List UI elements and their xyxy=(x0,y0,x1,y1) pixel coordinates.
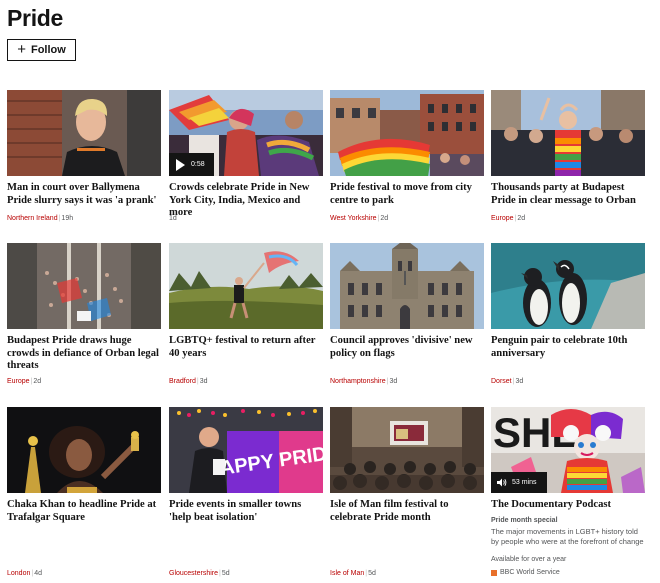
page-title: Pride xyxy=(7,5,64,31)
story-card[interactable]: HAPPY PRIDE! Pride events in smaller tow… xyxy=(169,407,323,577)
story-topic-link[interactable]: Isle of Man xyxy=(330,570,364,577)
story-time: 2d xyxy=(517,215,526,222)
story-meta: Europe|2d xyxy=(7,378,41,385)
podcast-episode-title: Pride month special xyxy=(491,516,558,524)
story-image xyxy=(330,407,484,493)
story-image xyxy=(330,243,484,329)
story-meta: West Yorkshire|2d xyxy=(330,215,388,222)
story-card[interactable]: LGBTQ+ festival to return after 40 years… xyxy=(169,243,323,385)
story-topic-link[interactable]: Northamptonshire xyxy=(330,378,386,385)
podcast-network-name: BBC World Service xyxy=(500,569,560,576)
story-card[interactable]: Man in court over Ballymena Pride slurry… xyxy=(7,90,161,222)
story-image xyxy=(7,407,161,493)
story-topic-link[interactable]: Bradford xyxy=(169,378,196,385)
video-duration-badge: 0:58 xyxy=(169,153,214,176)
story-card[interactable]: Budapest Pride draws huge crowds in defi… xyxy=(7,243,161,385)
story-headline: Pride events in smaller towns 'help beat… xyxy=(169,499,302,523)
story-topic-link[interactable]: Europe xyxy=(491,215,514,222)
audio-duration-badge: 53 mins xyxy=(491,472,547,493)
story-card[interactable]: Penguin pair to celebrate 10th anniversa… xyxy=(491,243,645,385)
story-headline: Chaka Khan to headline Pride at Trafalga… xyxy=(7,499,157,523)
story-meta: Isle of Man|5d xyxy=(330,570,376,577)
story-headline: Crowds celebrate Pride in New York City,… xyxy=(169,182,310,218)
story-time: 4d xyxy=(34,570,42,577)
podcast-image: SHE 53 mins xyxy=(491,407,645,493)
story-card[interactable]: 0:58 Crowds celebrate Pride in New York … xyxy=(169,90,323,222)
story-image xyxy=(7,243,161,329)
story-image xyxy=(330,90,484,176)
story-meta: Bradford|3d xyxy=(169,378,207,385)
story-topic-link[interactable]: Europe xyxy=(7,378,30,385)
bbc-world-service-logo xyxy=(491,569,497,576)
story-time: 5d xyxy=(221,570,230,577)
podcast-card[interactable]: SHE 53 mins The Documentary Podcast Prid… xyxy=(491,407,645,576)
story-image xyxy=(7,90,161,176)
podcast-availability: Available for over a year xyxy=(491,556,567,563)
meta-separator: | xyxy=(219,570,221,577)
audio-duration: 53 mins xyxy=(512,479,537,486)
story-time: 5d xyxy=(368,570,376,577)
story-headline: Thousands party at Budapest Pride in cle… xyxy=(491,182,636,206)
story-headline: LGBTQ+ festival to return after 40 years xyxy=(169,335,316,359)
story-time: 2d xyxy=(33,378,42,385)
story-image xyxy=(491,90,645,176)
story-image xyxy=(169,243,323,329)
story-headline: Penguin pair to celebrate 10th anniversa… xyxy=(491,335,628,359)
story-headline: Isle of Man film festival to celebrate P… xyxy=(330,499,449,523)
story-time: 2d xyxy=(380,215,389,222)
story-topic-link[interactable]: Dorset xyxy=(491,378,512,385)
story-card[interactable]: Pride festival to move from city centre … xyxy=(330,90,484,222)
story-image xyxy=(491,243,645,329)
story-time: 19h xyxy=(61,215,74,222)
story-time: 3d xyxy=(515,378,524,385)
plus-icon: + xyxy=(17,41,26,58)
story-image: 0:58 xyxy=(169,90,323,176)
story-headline: Budapest Pride draws huge crowds in defi… xyxy=(7,335,159,371)
story-time: 3d xyxy=(199,378,208,385)
follow-button[interactable]: + Follow xyxy=(7,39,76,61)
podcast-description: The major movements in LGBT+ history tol… xyxy=(491,526,644,546)
podcast-title: The Documentary Podcast xyxy=(491,499,612,510)
story-topic-link[interactable]: Northern Ireland xyxy=(7,215,58,222)
story-meta: Europe|2d xyxy=(491,215,525,222)
podcast-network: BBC World Service xyxy=(491,569,560,576)
meta-separator: | xyxy=(31,570,34,577)
meta-separator: | xyxy=(196,378,199,385)
story-meta: Dorset|3d xyxy=(491,378,523,385)
story-card[interactable]: Isle of Man film festival to celebrate P… xyxy=(330,407,484,577)
follow-label: Follow xyxy=(30,44,66,56)
speaker-icon xyxy=(497,478,507,487)
story-time: 1d xyxy=(169,215,177,222)
play-icon xyxy=(176,158,185,171)
story-headline: Council approves 'divisive' new policy o… xyxy=(330,335,473,359)
story-card[interactable]: Thousands party at Budapest Pride in cle… xyxy=(491,90,645,222)
story-topic-link[interactable]: West Yorkshire xyxy=(330,215,377,222)
story-headline: Pride festival to move from city centre … xyxy=(330,182,472,206)
story-meta: Gloucestershire|5d xyxy=(169,570,230,577)
video-duration: 0:58 xyxy=(191,161,205,168)
story-image: HAPPY PRIDE! xyxy=(169,407,323,493)
story-headline: Man in court over Ballymena Pride slurry… xyxy=(7,182,157,206)
story-card[interactable]: Chaka Khan to headline Pride at Trafalga… xyxy=(7,407,161,577)
story-card[interactable]: Council approves 'divisive' new policy o… xyxy=(330,243,484,385)
story-meta: Northern Ireland|19h xyxy=(7,215,73,222)
story-meta: Northamptonshire|3d xyxy=(330,378,397,385)
meta-separator: | xyxy=(365,570,368,577)
story-topic-link[interactable]: London xyxy=(7,570,30,577)
story-meta: 1d xyxy=(169,215,177,222)
story-time: 3d xyxy=(389,378,398,385)
story-topic-link[interactable]: Gloucestershire xyxy=(169,570,218,577)
story-meta: London|4d xyxy=(7,570,42,577)
